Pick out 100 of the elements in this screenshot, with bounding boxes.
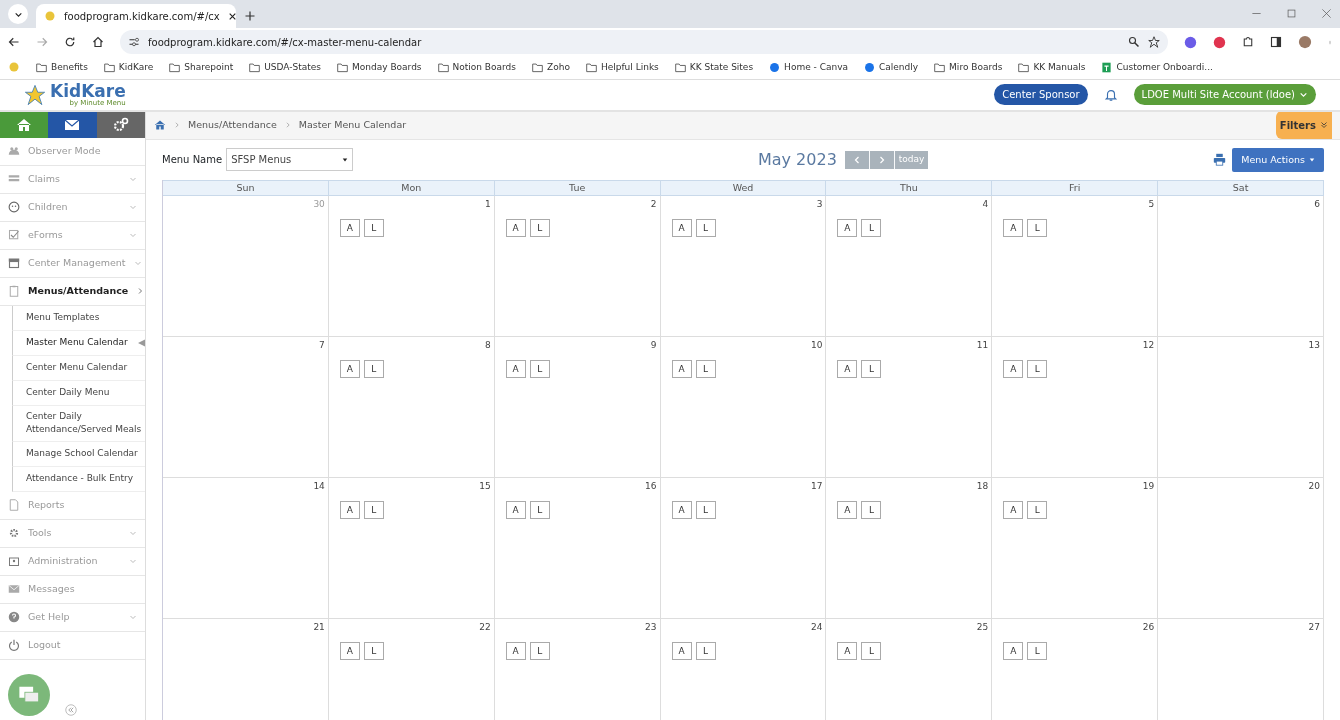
submenu-item[interactable]: Master Menu Calendar xyxy=(12,330,145,356)
meal-button[interactable]: A xyxy=(837,642,858,661)
meal-button[interactable]: L xyxy=(363,642,384,661)
close-icon[interactable] xyxy=(227,11,237,21)
meal-button[interactable]: L xyxy=(529,501,550,520)
sponsor-button[interactable]: Center Sponsor xyxy=(994,84,1088,106)
messages-button[interactable] xyxy=(48,111,97,138)
house-icon xyxy=(16,116,33,133)
meal-button[interactable]: L xyxy=(861,360,882,379)
meal-button[interactable]: L xyxy=(695,642,716,661)
menu-select[interactable]: SFSP Menus xyxy=(226,148,354,172)
home-button[interactable] xyxy=(0,111,49,138)
bookmark[interactable]: Home - Canva xyxy=(769,60,848,75)
sidebar-item[interactable]: Menus/Attendance xyxy=(0,277,145,306)
meal-button[interactable]: L xyxy=(529,642,550,661)
puzzle-icon[interactable] xyxy=(1242,36,1254,49)
submenu-item[interactable]: Menu Templates xyxy=(12,305,145,331)
meal-button[interactable]: A xyxy=(1003,642,1024,661)
meal-button[interactable]: A xyxy=(671,501,692,520)
caret-down-icon xyxy=(1309,156,1315,163)
meal-button[interactable]: L xyxy=(363,501,384,520)
site-settings-icon[interactable] xyxy=(128,36,140,49)
settings-button[interactable] xyxy=(96,111,145,138)
meal-button[interactable]: A xyxy=(837,501,858,520)
chevron-down-icon xyxy=(1299,90,1308,100)
meal-button[interactable]: A xyxy=(671,360,692,379)
profile-avatar-icon[interactable] xyxy=(1298,35,1312,50)
meal-button[interactable]: L xyxy=(363,360,384,379)
meal-button[interactable]: A xyxy=(837,219,858,238)
clipboard-icon xyxy=(8,285,20,298)
bookmark[interactable]: Miro Boards xyxy=(934,60,1003,75)
bookmark[interactable]: Notion Boards xyxy=(437,60,516,75)
tab-list-button[interactable] xyxy=(8,4,28,24)
bookmark[interactable]: Helpful Links xyxy=(585,60,659,75)
day-number: 4 xyxy=(981,197,989,211)
bookmark[interactable]: KidKare xyxy=(103,60,154,75)
folder-icon xyxy=(337,61,348,73)
submenu-item[interactable]: Center Menu Calendar xyxy=(12,355,145,381)
meal-button[interactable]: A xyxy=(339,642,360,661)
address-bar[interactable]: foodprogram.kidkare.com/#/cx-master-menu-calendar xyxy=(120,30,1168,55)
meal-button[interactable]: A xyxy=(339,219,360,238)
meal-button[interactable]: A xyxy=(671,219,692,238)
meal-button[interactable]: A xyxy=(505,642,526,661)
print-icon[interactable] xyxy=(1213,153,1227,167)
back-arrow-icon[interactable] xyxy=(8,36,20,49)
restore-icon[interactable] xyxy=(1286,8,1297,19)
folder-icon xyxy=(934,61,946,73)
submenu-item[interactable]: Center Daily Menu xyxy=(12,380,145,406)
browser-tab[interactable]: foodprogram.kidkare.com/#/cx xyxy=(36,4,236,28)
meal-button[interactable]: A xyxy=(1003,360,1024,379)
meal-button[interactable]: L xyxy=(529,219,550,238)
meal-button[interactable]: A xyxy=(837,360,858,379)
circle-logo-icon xyxy=(864,61,875,73)
meal-button[interactable]: A xyxy=(505,360,526,379)
zoom-icon[interactable] xyxy=(1128,36,1140,49)
bookmark[interactable]: Monday Boards xyxy=(337,60,422,75)
meal-button[interactable]: L xyxy=(695,501,716,520)
meal-button[interactable]: A xyxy=(671,642,692,661)
meal-button[interactable]: A xyxy=(339,360,360,379)
meal-button[interactable]: A xyxy=(1003,501,1024,520)
meal-button[interactable]: A xyxy=(339,501,360,520)
meal-button[interactable]: L xyxy=(363,219,384,238)
meal-button[interactable]: L xyxy=(861,219,882,238)
bookmark[interactable]: Calendly xyxy=(864,60,919,75)
submenu-item[interactable]: Center Daily Attendance/Served Meals xyxy=(12,405,145,442)
side-panel-icon[interactable] xyxy=(1270,36,1282,49)
bookmark[interactable]: Benefits xyxy=(36,60,88,75)
plus-icon[interactable] xyxy=(244,10,256,22)
bookmark[interactable]: KK Manuals xyxy=(1018,60,1086,75)
reload-icon[interactable] xyxy=(64,36,76,49)
help-icon xyxy=(8,611,20,624)
meal-button[interactable]: L xyxy=(861,642,882,661)
meal-button[interactable]: L xyxy=(695,219,716,238)
meal-button[interactable]: L xyxy=(861,501,882,520)
filters-button[interactable]: Filters xyxy=(1275,111,1332,140)
meal-button[interactable]: A xyxy=(505,501,526,520)
breadcrumb-link[interactable]: Menus/Attendance xyxy=(188,118,277,133)
submenu-item[interactable]: Manage School Calendar xyxy=(12,441,145,467)
meal-button[interactable]: L xyxy=(1027,360,1048,379)
meal-button[interactable]: L xyxy=(1027,219,1048,238)
bell-icon[interactable] xyxy=(1103,87,1118,102)
bookmark[interactable]: USDA-States xyxy=(249,60,321,75)
extension-icon[interactable] xyxy=(1213,35,1226,49)
menu-actions-button[interactable]: Menu Actions xyxy=(1232,147,1324,172)
bookmark[interactable]: Zoho xyxy=(532,60,570,75)
bookmark[interactable]: KK State Sites xyxy=(674,60,754,75)
weekday-header: Mon xyxy=(328,179,495,196)
bookmark[interactable]: Customer Onboardi... xyxy=(1101,60,1213,75)
meal-button[interactable]: A xyxy=(505,219,526,238)
submenu-item[interactable]: Attendance - Bulk Entry xyxy=(12,466,145,492)
meal-button[interactable]: L xyxy=(1027,642,1048,661)
extension-icon[interactable] xyxy=(1184,35,1197,49)
meal-button[interactable]: L xyxy=(1027,501,1048,520)
bookmark[interactable]: Sharepoint xyxy=(169,60,234,75)
home-icon[interactable] xyxy=(92,36,104,49)
meal-button[interactable]: L xyxy=(529,360,550,379)
day-number: 7 xyxy=(318,338,325,352)
meal-button[interactable]: A xyxy=(1003,219,1024,238)
meal-button[interactable]: L xyxy=(695,360,716,379)
star-icon[interactable] xyxy=(1148,36,1160,49)
